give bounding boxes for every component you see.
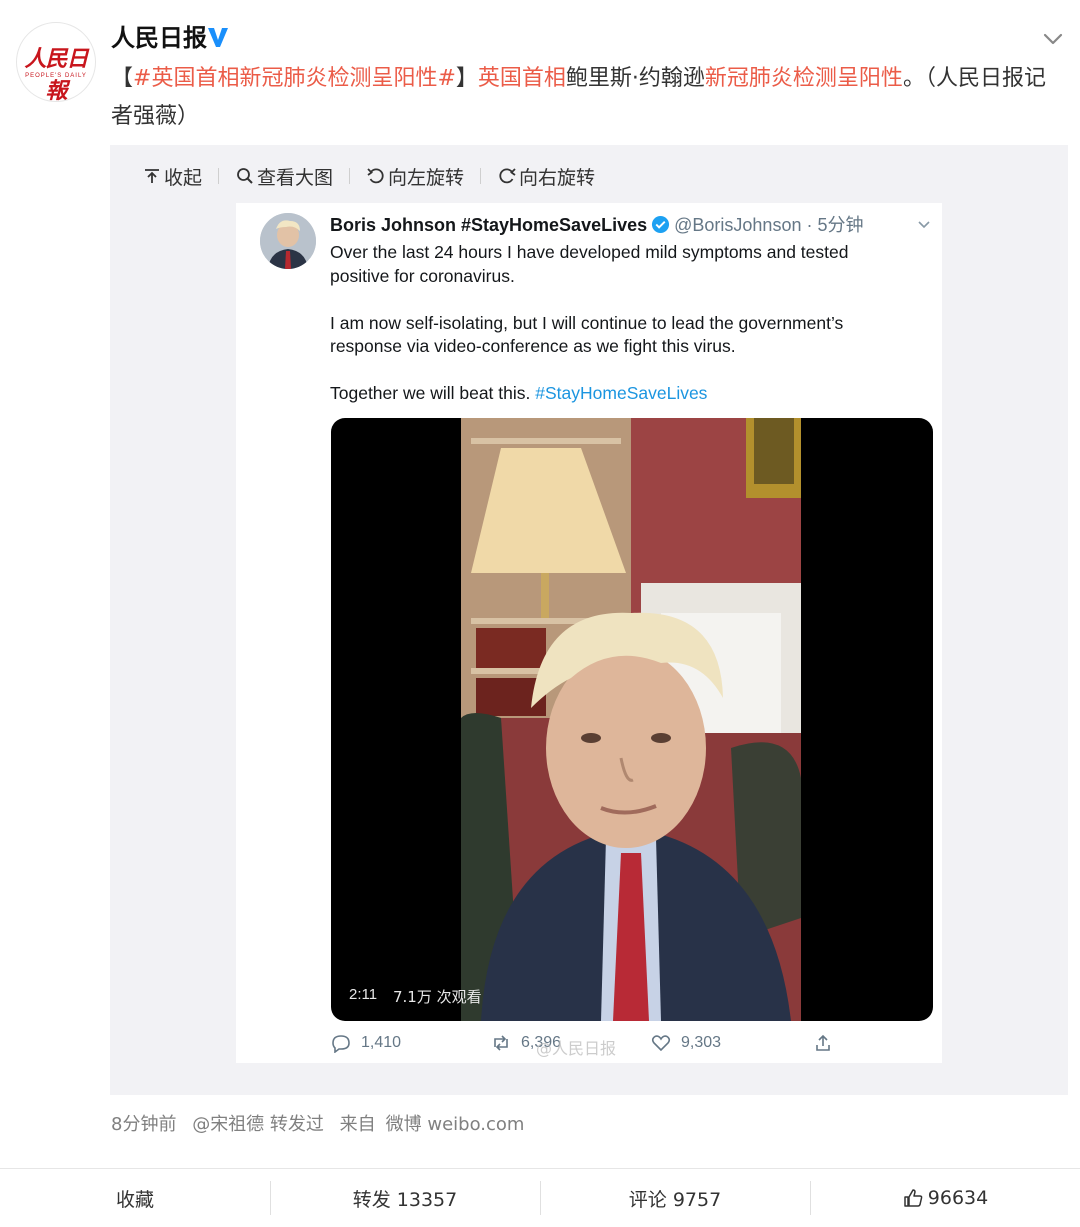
collapse-icon bbox=[145, 169, 159, 183]
tweet-paragraph: Over the last 24 hours I have developed … bbox=[330, 242, 849, 286]
post-text: 【#英国首相新冠肺炎检测呈阳性#】英国首相鲍里斯·约翰逊新冠肺炎检测呈阳性。（人… bbox=[111, 60, 1051, 136]
comment-button[interactable]: 评论 9757 bbox=[540, 1169, 810, 1227]
repost-label: 转发 13357 bbox=[352, 1188, 458, 1211]
verified-icon bbox=[208, 28, 228, 47]
tweet-hashtag[interactable]: #StayHomeSaveLives bbox=[535, 383, 707, 403]
toolbar-divider bbox=[218, 168, 220, 184]
rotate-left-icon bbox=[367, 168, 384, 184]
bracket-close: 】 bbox=[455, 66, 478, 91]
rotate-left-label: 向左旋转 bbox=[388, 166, 465, 189]
action-bar: 收藏 转发 13357 评论 9757 96634 bbox=[0, 1169, 1080, 1227]
rotate-right-button[interactable]: 向右旋转 bbox=[497, 163, 595, 190]
like-count: 96634 bbox=[927, 1187, 989, 1209]
tweet-like-button[interactable]: 9,303 bbox=[651, 1033, 721, 1053]
tweet-handle[interactable]: @BorisJohnson bbox=[674, 215, 801, 235]
avatar-logo-text: 人民日報 bbox=[24, 46, 88, 102]
watermark: @人民日报 bbox=[536, 1039, 617, 1058]
reply-icon bbox=[332, 1035, 350, 1053]
comment-label: 评论 9757 bbox=[628, 1188, 722, 1211]
tweet-paragraph: Together we will beat this. #StayHomeSav… bbox=[330, 382, 910, 406]
repost-button[interactable]: 转发 13357 bbox=[270, 1169, 540, 1227]
forwarded-by[interactable]: @宋祖德 转发过 bbox=[192, 1114, 324, 1135]
tweet-avatar bbox=[260, 213, 316, 269]
post-meta: 8分钟前 @宋祖德 转发过 来自 微博 weibo.com bbox=[111, 1110, 534, 1136]
video-player[interactable]: 2:11 7.1万 次观看 bbox=[331, 418, 933, 1021]
source-label: 来自 bbox=[339, 1114, 376, 1135]
tweet-time: · 5分钟 bbox=[806, 215, 864, 235]
tweet-reply-button[interactable]: 1,410 bbox=[331, 1033, 401, 1053]
tweet-like-count: 9,303 bbox=[681, 1034, 722, 1051]
post-text-fragment: 鲍里斯·约翰逊 bbox=[565, 66, 705, 91]
tweet-author-name[interactable]: Boris Johnson #StayHomeSaveLives bbox=[330, 215, 647, 235]
topic-link[interactable]: #英国首相新冠肺炎检测呈阳性# bbox=[133, 66, 456, 91]
chevron-down-icon[interactable] bbox=[1040, 26, 1066, 52]
post-time[interactable]: 8分钟前 bbox=[111, 1114, 176, 1135]
toolbar-divider bbox=[480, 168, 482, 184]
user-name[interactable]: 人民日报 bbox=[111, 22, 207, 54]
keyword-highlight: 英国首相 bbox=[477, 66, 566, 91]
media-toolbar: 收起 查看大图 向左旋转 向右旋转 bbox=[142, 159, 595, 193]
heart-icon bbox=[651, 1035, 671, 1052]
keyword-highlight: 新冠肺炎检测呈阳性 bbox=[704, 66, 903, 91]
chevron-down-icon[interactable] bbox=[916, 217, 932, 233]
tweet-header: Boris Johnson #StayHomeSaveLives @BorisJo… bbox=[330, 213, 864, 237]
video-duration: 2:11 bbox=[349, 986, 378, 1003]
rotate-right-label: 向右旋转 bbox=[519, 166, 596, 189]
bracket-open: 【 bbox=[111, 66, 134, 91]
search-icon bbox=[237, 168, 253, 184]
video-frame bbox=[461, 418, 801, 1021]
tweet-text: Together we will beat this. bbox=[330, 383, 531, 403]
toolbar-divider bbox=[349, 168, 351, 184]
favorite-button[interactable]: 收藏 bbox=[0, 1169, 270, 1227]
view-large-label: 查看大图 bbox=[257, 166, 334, 189]
collapse-label: 收起 bbox=[164, 166, 203, 189]
verified-icon bbox=[652, 215, 670, 234]
rotate-left-button[interactable]: 向左旋转 bbox=[366, 163, 464, 190]
video-view-count: 7.1万 次观看 bbox=[393, 988, 482, 1006]
tweet-paragraph: I am now self-isolating, but I will cont… bbox=[330, 312, 844, 357]
thumbs-up-icon bbox=[904, 1189, 923, 1207]
view-large-button[interactable]: 查看大图 bbox=[235, 163, 333, 190]
tweet-screenshot[interactable]: Boris Johnson #StayHomeSaveLives @BorisJo… bbox=[236, 203, 942, 1063]
tweet-body: Over the last 24 hours I have developed … bbox=[330, 241, 910, 429]
rotate-right-icon bbox=[499, 168, 516, 184]
tweet-reply-count: 1,410 bbox=[361, 1034, 402, 1051]
share-icon bbox=[816, 1034, 830, 1051]
collapse-button[interactable]: 收起 bbox=[142, 163, 202, 190]
like-button[interactable]: 96634 bbox=[810, 1169, 1080, 1227]
media-box: 收起 查看大图 向左旋转 向右旋转 Boris Johnson #StayHom… bbox=[110, 145, 1068, 1095]
source-link[interactable]: 微博 weibo.com bbox=[386, 1114, 525, 1135]
tweet-share-button[interactable] bbox=[813, 1033, 843, 1053]
favorite-label: 收藏 bbox=[115, 1188, 154, 1211]
retweet-icon bbox=[494, 1035, 508, 1051]
avatar-logo-subtext: PEOPLE'S DAILY bbox=[25, 73, 87, 79]
avatar[interactable]: 人民日報 PEOPLE'S DAILY bbox=[16, 22, 96, 102]
